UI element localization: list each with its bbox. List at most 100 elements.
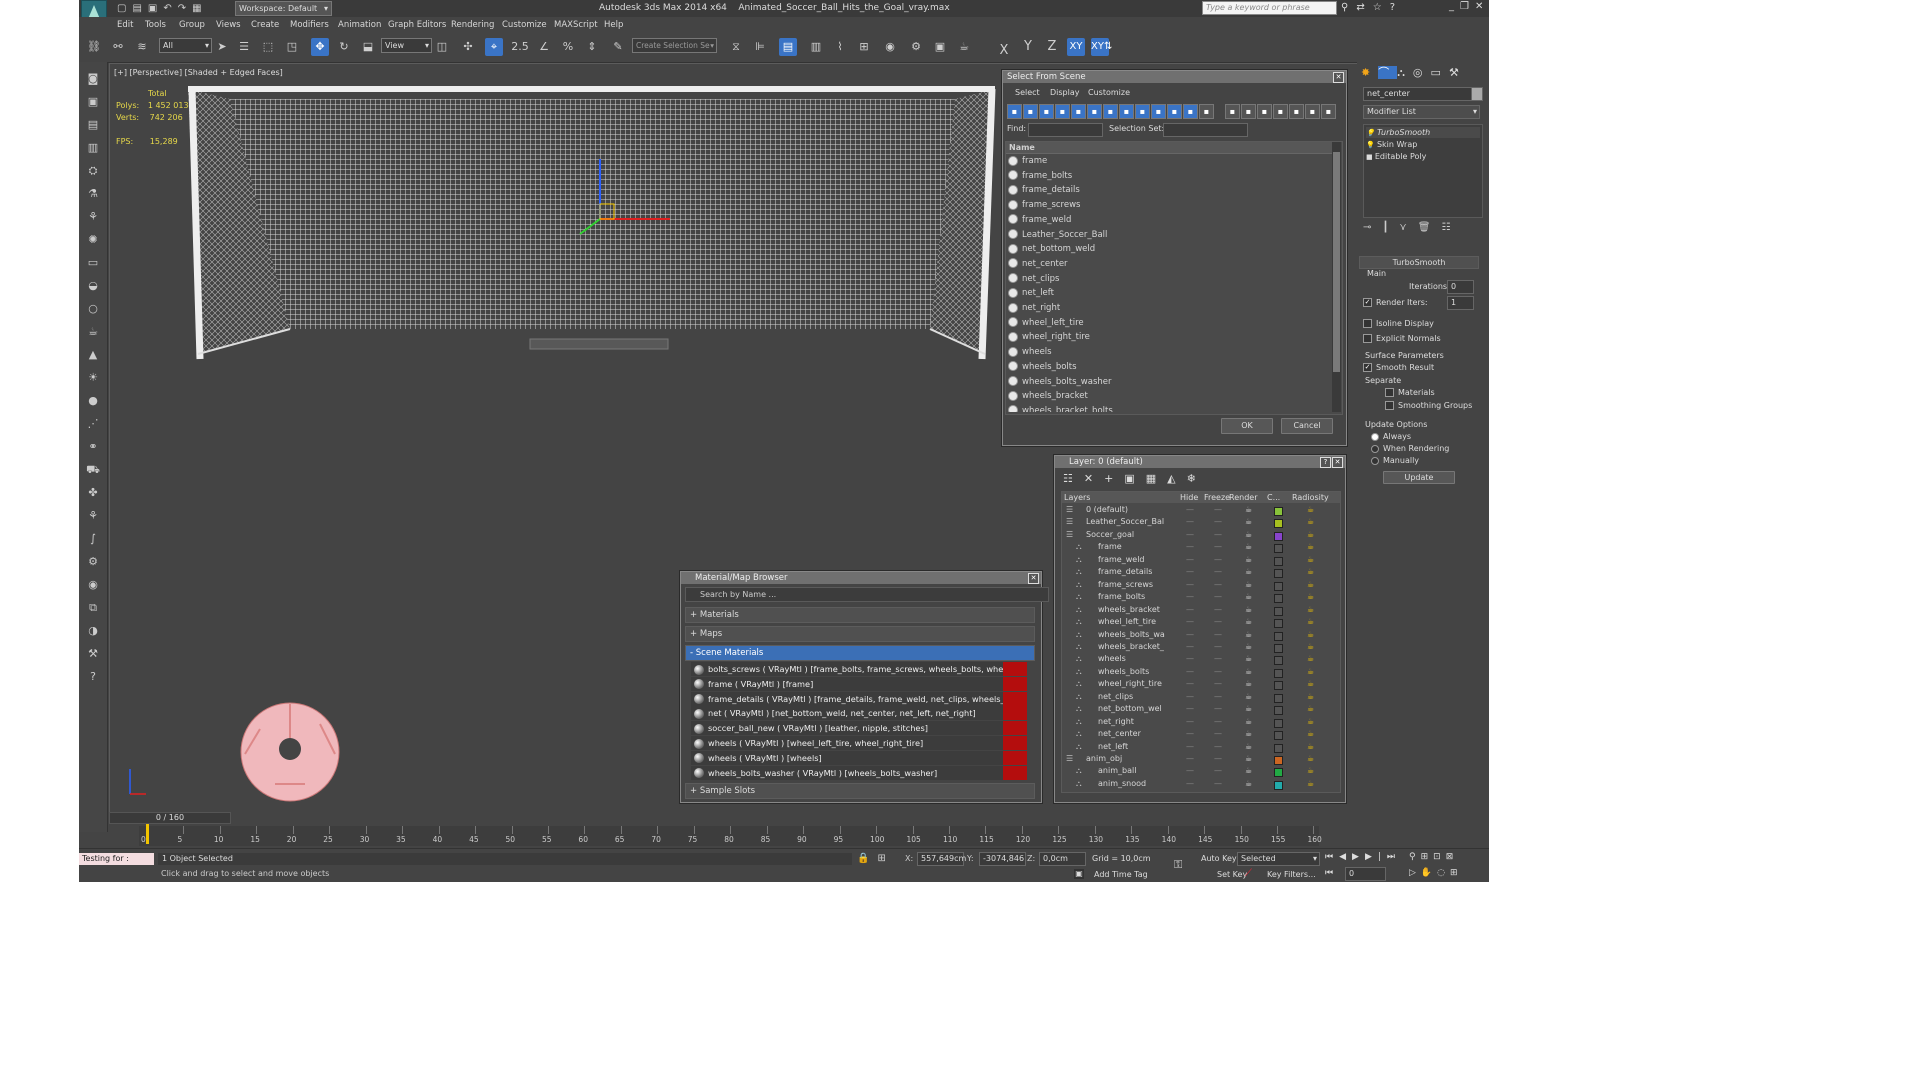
set-key-button[interactable]: Set Key <box>1217 870 1247 879</box>
list-item[interactable]: net_center <box>1008 257 1068 271</box>
menu-group[interactable]: Group <box>179 20 205 30</box>
display-shapes-icon[interactable]: ▪ <box>1023 104 1038 119</box>
freeze-toggle[interactable]: — <box>1214 666 1222 679</box>
next-frame-icon[interactable]: ▶| <box>1365 852 1387 862</box>
layer-row[interactable]: ⛬ anim_snood — — ☕ ☕ <box>1062 778 1338 791</box>
globe-icon[interactable]: ◉ <box>84 576 102 594</box>
display-all-icon[interactable]: ▪ <box>1183 104 1198 119</box>
hide-toggle[interactable]: — <box>1186 554 1194 567</box>
radiosity-teapot-icon[interactable]: ☕ <box>1307 653 1314 666</box>
scene-object-list[interactable]: Name frame frame_bolts frame_details frame_… <box>1005 141 1343 415</box>
x-coordinate-field[interactable]: 557,649cm <box>917 852 966 866</box>
key-mode-toggle-icon[interactable]: ⏮ <box>1325 868 1333 878</box>
spacewarp-icon[interactable]: ⚘ <box>84 208 102 226</box>
freeze-toggle[interactable]: — <box>1214 716 1222 729</box>
freeze-toggle[interactable]: — <box>1214 554 1222 567</box>
freeze-toggle[interactable]: — <box>1214 529 1222 542</box>
select-invert-icon[interactable]: ▪ <box>1289 104 1304 119</box>
hide-toggle[interactable]: — <box>1186 629 1194 642</box>
render-teapot-icon[interactable]: ☕ <box>1245 616 1252 629</box>
freeze-toggle[interactable]: — <box>1214 629 1222 642</box>
hide-toggle[interactable]: — <box>1186 666 1194 679</box>
layer-column-0[interactable]: Layers <box>1064 493 1090 502</box>
highlight-layer-icon[interactable]: ▦ <box>1146 472 1167 485</box>
radiosity-teapot-icon[interactable]: ☕ <box>1307 554 1314 567</box>
redo-icon[interactable]: ↷ <box>178 3 192 14</box>
hide-toggle[interactable]: — <box>1186 691 1194 704</box>
spinner-snap-icon[interactable]: ⇕ <box>583 38 601 56</box>
help-search-input[interactable]: Type a keyword or phrase <box>1202 1 1337 15</box>
box-icon[interactable]: ▭ <box>84 254 102 272</box>
radiosity-teapot-icon[interactable]: ☕ <box>1307 516 1314 529</box>
key-icon[interactable]: ⚿ <box>1174 858 1182 872</box>
z-coordinate-field[interactable]: 0,0cm <box>1039 852 1086 866</box>
list-item[interactable]: wheels <box>1008 345 1052 359</box>
sample-slots-section[interactable]: + Sample Slots <box>685 783 1035 799</box>
camera-icon[interactable]: ◙ <box>84 70 102 88</box>
always-radio[interactable] <box>1371 432 1379 441</box>
select-all-icon[interactable]: ▪ <box>1257 104 1272 119</box>
base-object-icon[interactable]: ■ <box>1366 153 1375 161</box>
radiosity-teapot-icon[interactable]: ☕ <box>1307 753 1314 766</box>
menu-views[interactable]: Views <box>216 20 241 30</box>
layer-color-swatch[interactable] <box>1274 731 1283 741</box>
rendered-frame-icon[interactable]: ▣ <box>931 38 949 56</box>
menu-rendering[interactable]: Rendering <box>451 20 494 30</box>
go-to-start-icon[interactable]: ⏮ <box>1325 852 1339 862</box>
layer-color-swatch[interactable] <box>1274 768 1283 778</box>
mirror-icon[interactable]: ⧖ <box>727 38 745 56</box>
layer-row[interactable]: ⛬ wheel_right_tire — — ☕ ☕ <box>1062 678 1338 691</box>
material-search-input[interactable]: Search by Name ... <box>685 587 1049 602</box>
list-item[interactable]: net_right <box>1008 301 1060 315</box>
field-of-view-icon[interactable]: ▷ <box>1409 868 1421 878</box>
display-helpers-icon[interactable]: ▪ <box>1071 104 1086 119</box>
menu-create[interactable]: Create <box>251 20 279 30</box>
iterations-spinner[interactable]: 0 <box>1447 280 1474 294</box>
layer-color-swatch[interactable] <box>1274 756 1283 765</box>
material-item[interactable]: wheels_bolts_washer ( VRayMtl ) [wheels_… <box>691 765 1027 780</box>
layer-color-swatch[interactable] <box>1274 581 1283 591</box>
radiosity-teapot-icon[interactable]: ☕ <box>1307 741 1314 754</box>
maps-section[interactable]: + Maps <box>685 626 1035 642</box>
freeze-toggle[interactable]: — <box>1214 765 1222 778</box>
rotate-icon[interactable]: ↻ <box>335 38 353 56</box>
undo-icon[interactable]: ↶ <box>163 3 177 14</box>
display-geometry-icon[interactable]: ▪ <box>1007 104 1022 119</box>
layer-manager-icon[interactable]: ▤ <box>779 38 797 56</box>
layer-row[interactable]: ☰ 0 (default) — — ☕ ☕ <box>1062 504 1338 517</box>
cylinder-icon[interactable]: ○ <box>84 300 102 318</box>
list-scrollbar[interactable] <box>1332 142 1341 412</box>
radiosity-teapot-icon[interactable]: ☕ <box>1307 529 1314 542</box>
layer-row[interactable]: ⛬ frame_bolts — — ☕ ☕ <box>1062 591 1338 604</box>
hide-toggle[interactable]: — <box>1186 716 1194 729</box>
invert-display-icon[interactable]: ▪ <box>1225 104 1240 119</box>
radiosity-teapot-icon[interactable]: ☕ <box>1307 703 1314 716</box>
hide-toggle[interactable]: — <box>1186 579 1194 592</box>
cancel-button[interactable]: Cancel <box>1281 418 1333 434</box>
layer-color-swatch[interactable] <box>1274 631 1283 641</box>
layer-row[interactable]: ⛬ anim_ball — — ☕ ☕ <box>1062 765 1338 778</box>
render-teapot-icon[interactable]: ☕ <box>1245 604 1252 617</box>
utilities-tab-icon[interactable]: ⚒ <box>1449 66 1467 79</box>
layer-column-1[interactable]: Hide <box>1180 493 1198 502</box>
sync-selection-icon[interactable]: ▪ <box>1241 104 1256 119</box>
light-icon[interactable]: ☀ <box>84 369 102 387</box>
leaf-icon[interactable]: ⚘ <box>84 507 102 525</box>
radiosity-teapot-icon[interactable]: ☕ <box>1307 765 1314 778</box>
render-teapot-icon[interactable]: ☕ <box>1245 504 1252 517</box>
star-icon[interactable]: ☆ <box>1373 2 1390 13</box>
hide-toggle[interactable]: — <box>1186 529 1194 542</box>
freeze-toggle[interactable]: — <box>1214 653 1222 666</box>
hide-toggle[interactable]: — <box>1186 641 1194 654</box>
layer-list[interactable]: Layers Hide Freeze Render C... Radiosity ☰ 0 (… <box>1061 491 1341 793</box>
manually-radio[interactable] <box>1371 456 1379 465</box>
delete-layer-icon[interactable]: ✕ <box>1084 472 1104 485</box>
render-teapot-icon[interactable]: ☕ <box>1245 741 1252 754</box>
hierarchy-tab-icon[interactable]: ⛬ <box>1397 66 1413 79</box>
close-icon[interactable]: ✕ <box>1475 1 1489 12</box>
render-teapot-icon[interactable]: ☕ <box>1245 666 1252 679</box>
layer-color-swatch[interactable] <box>1274 606 1283 616</box>
percent-snap-icon[interactable]: % <box>559 38 577 56</box>
utility-icon[interactable]: ⚒ <box>84 645 102 663</box>
axis-x-button[interactable]: X <box>995 42 1013 60</box>
